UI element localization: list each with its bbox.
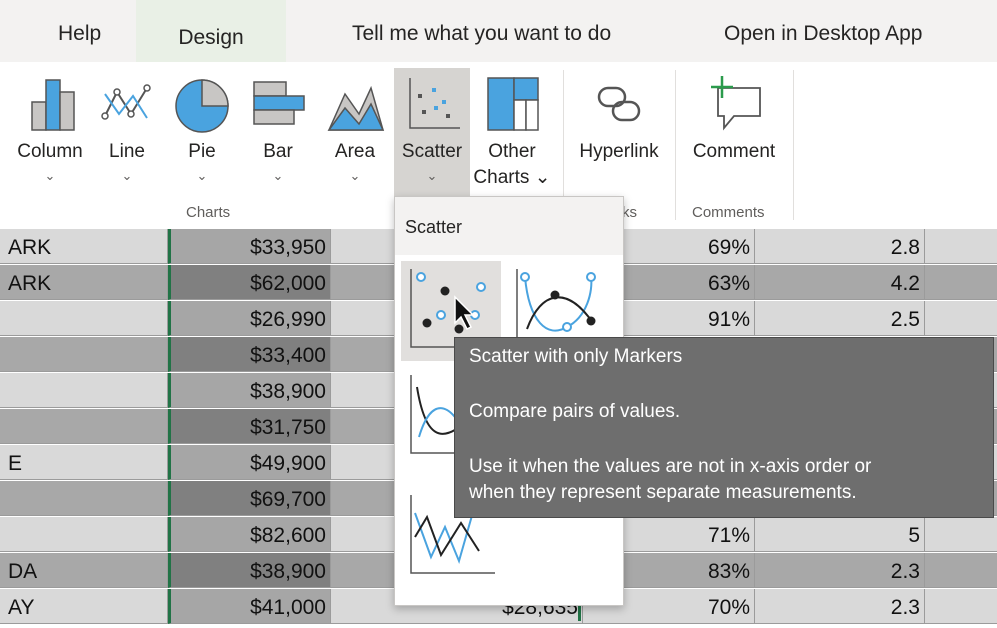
hyperlink-button[interactable]: Hyperlink — [570, 68, 668, 204]
grid-cell[interactable]: 2.5 — [755, 301, 925, 336]
group-label-links: ks — [622, 204, 637, 221]
grid-cell[interactable]: AY — [0, 589, 168, 624]
grid-cell[interactable] — [925, 553, 997, 588]
line-chart-button[interactable]: Line ⌄ — [96, 68, 158, 204]
chevron-down-icon: ⌄ — [272, 168, 284, 183]
grid-cell[interactable]: $31,750 — [168, 409, 331, 444]
grid-cell[interactable]: $82,600 — [168, 517, 331, 552]
other-label: Other — [488, 141, 536, 162]
grid-cell[interactable]: $33,950 — [168, 229, 331, 264]
group-label-charts: Charts — [186, 204, 231, 221]
scatter-chart-icon — [409, 78, 460, 129]
mouse-pointer-icon — [454, 295, 475, 331]
grid-cell[interactable] — [925, 589, 997, 624]
grid-cell[interactable]: 2.8 — [755, 229, 925, 264]
grid-cell[interactable] — [925, 265, 997, 300]
grid-cell[interactable]: $33,400 — [168, 337, 331, 372]
chevron-down-icon: ⌄ — [426, 168, 438, 183]
grid-cell[interactable] — [0, 337, 168, 372]
bar-chart-button[interactable]: Bar ⌄ — [246, 68, 310, 204]
pie-label: Pie — [188, 141, 216, 162]
area-label: Area — [334, 141, 376, 162]
pie-chart-button[interactable]: Pie ⌄ — [170, 68, 234, 204]
grid-cell[interactable]: 4.2 — [755, 265, 925, 300]
tooltip-usage-line2: when they represent separate measurement… — [469, 482, 857, 503]
grid-cell[interactable] — [0, 409, 168, 444]
chevron-down-icon: ⌄ — [44, 168, 56, 183]
grid-cell[interactable] — [925, 517, 997, 552]
grid-cell[interactable] — [925, 301, 997, 336]
group-label-comments: Comments — [692, 204, 765, 221]
other-charts-button[interactable]: Other Charts ⌄ — [472, 68, 552, 204]
chevron-down-icon: ⌄ — [349, 168, 361, 183]
comment-label: Comment — [692, 141, 776, 162]
grid-cell[interactable]: E — [0, 445, 168, 480]
tooltip-description: Compare pairs of values. — [469, 401, 681, 422]
grid-cell[interactable]: $62,000 — [168, 265, 331, 300]
dropdown-header: Scatter — [395, 197, 623, 255]
line-chart-icon — [101, 84, 151, 120]
grid-cell[interactable]: ARK — [0, 229, 168, 264]
hyperlink-label: Hyperlink — [579, 141, 659, 162]
grid-cell[interactable]: 2.3 — [755, 553, 925, 588]
scatter-label: Scatter — [401, 141, 463, 162]
grid-cell[interactable] — [0, 301, 168, 336]
treemap-chart-icon — [487, 77, 539, 131]
menu-bar: Help Design Tell me what you want to do … — [0, 0, 997, 62]
grid-cell[interactable]: 5 — [755, 517, 925, 552]
grid-cell[interactable] — [0, 517, 168, 552]
grid-cell[interactable] — [0, 373, 168, 408]
tab-design[interactable]: Design — [136, 0, 286, 62]
area-chart-icon — [327, 85, 385, 131]
column-chart-button[interactable]: Column ⌄ — [4, 68, 96, 204]
grid-cell[interactable] — [925, 229, 997, 264]
open-desktop-app-button[interactable]: Open in Desktop App — [724, 0, 922, 62]
grid-cell[interactable]: $69,700 — [168, 481, 331, 516]
area-chart-button[interactable]: Area ⌄ — [322, 68, 388, 204]
tooltip-title: Scatter with only Markers — [469, 346, 683, 367]
bar-chart-icon — [253, 81, 305, 125]
group-separator — [675, 70, 676, 220]
charts-label: Charts ⌄ — [473, 167, 551, 188]
chevron-down-icon: ⌄ — [196, 168, 208, 183]
grid-cell[interactable]: $26,990 — [168, 301, 331, 336]
grid-cell[interactable]: DA — [0, 553, 168, 588]
grid-cell[interactable]: ARK — [0, 265, 168, 300]
comment-button[interactable]: Comment — [684, 68, 784, 204]
line-label: Line — [109, 141, 145, 162]
bar-label: Bar — [263, 141, 293, 162]
grid-cell[interactable]: 2.3 — [755, 589, 925, 624]
new-comment-icon — [711, 76, 761, 131]
chevron-down-icon: ⌄ — [121, 168, 133, 183]
column-chart-icon — [31, 79, 75, 131]
column-label: Column — [17, 141, 83, 162]
grid-cell[interactable]: $49,900 — [168, 445, 331, 480]
tell-me-search[interactable]: Tell me what you want to do — [352, 0, 611, 62]
grid-cell[interactable]: $38,900 — [168, 373, 331, 408]
group-separator — [793, 70, 794, 220]
tooltip-usage-line1: Use it when the values are not in x-axis… — [469, 456, 872, 477]
tab-help[interactable]: Help — [58, 0, 101, 62]
grid-cell[interactable] — [0, 481, 168, 516]
link-icon — [597, 86, 641, 122]
scatter-chart-button[interactable]: Scatter ⌄ — [394, 68, 470, 204]
grid-cell[interactable]: $38,900 — [168, 553, 331, 588]
dropdown-title: Scatter — [405, 217, 463, 237]
pie-chart-icon — [175, 79, 229, 133]
grid-cell[interactable]: $41,000 — [168, 589, 331, 624]
chart-type-tooltip: Scatter with only Markers Compare pairs … — [454, 337, 994, 518]
